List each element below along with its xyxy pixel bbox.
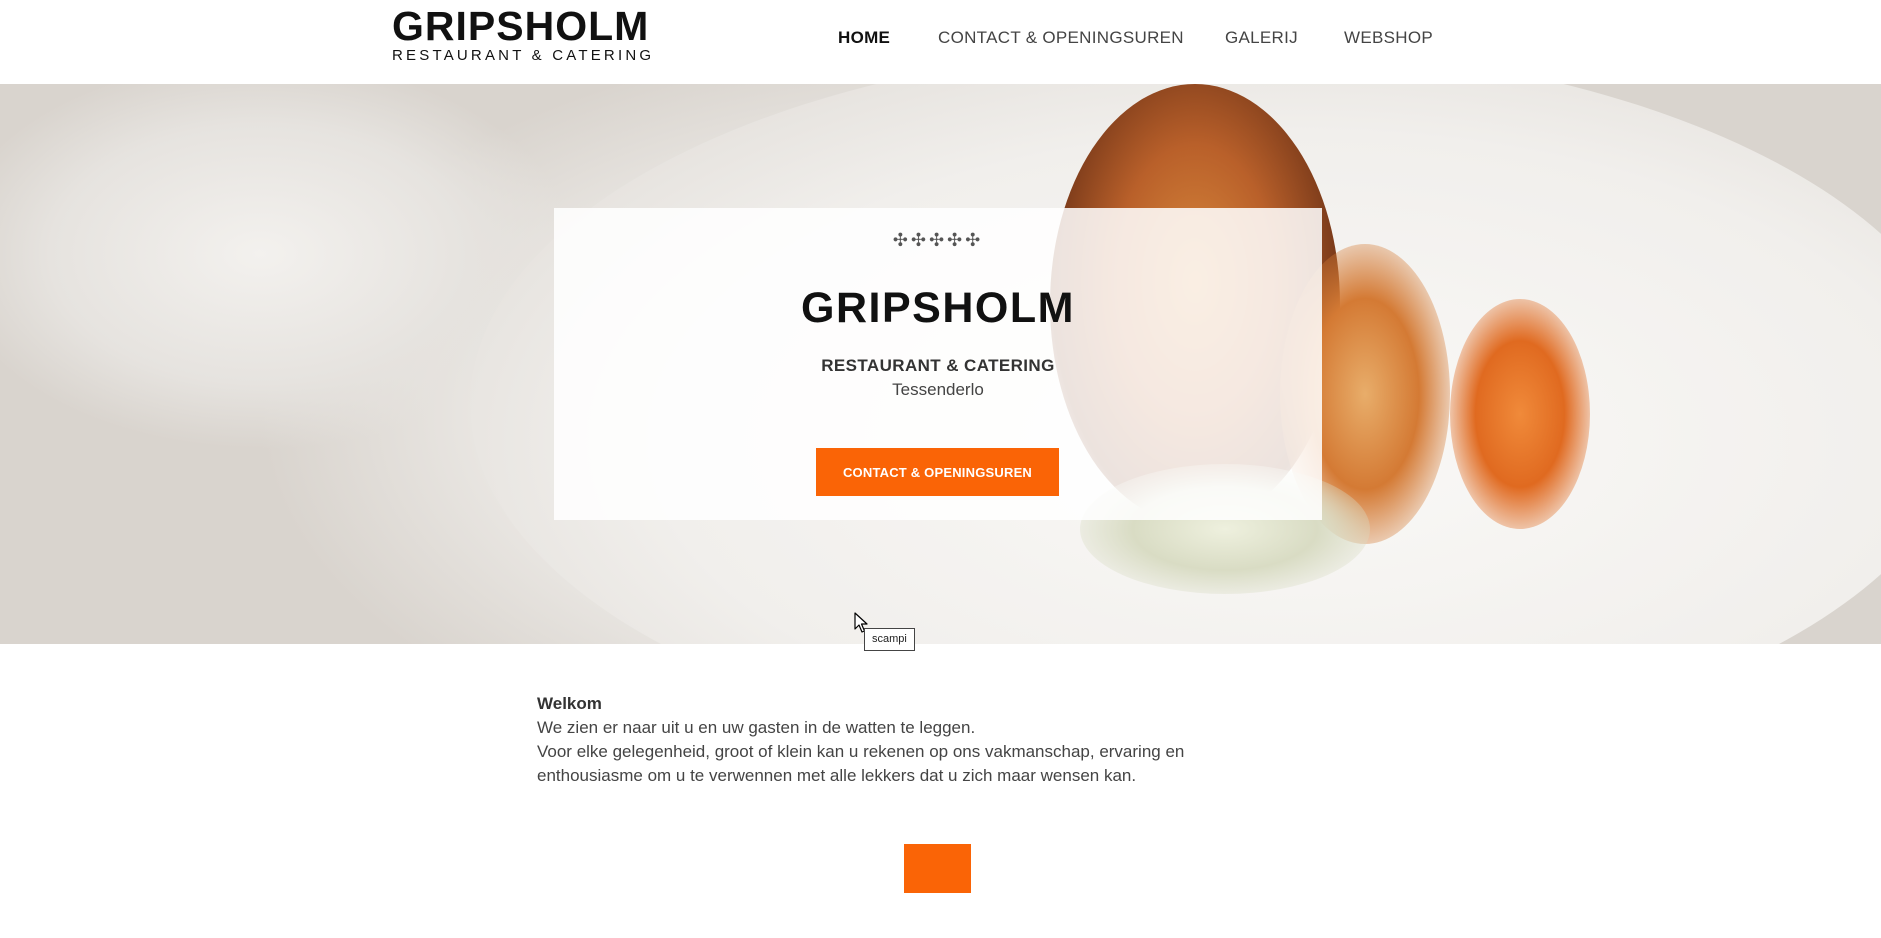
- hero-subtitle: RESTAURANT & CATERING: [821, 356, 1055, 375]
- hero-card: ✣✣✣✣✣ GRIPSHOLM RESTAURANT & CATERING Te…: [554, 208, 1322, 520]
- welcome-line-1: We zien er naar uit u en uw gasten in de…: [537, 718, 976, 737]
- nav-item-contact[interactable]: CONTACT & OPENINGSUREN: [938, 28, 1184, 48]
- hero-location: Tessenderlo: [892, 380, 984, 399]
- welcome-heading: Welkom: [537, 694, 602, 713]
- nav-item-home[interactable]: HOME: [838, 28, 890, 48]
- welcome-section: Welkom We zien er naar uit u en uw gaste…: [537, 692, 1257, 788]
- hero-image-shrimp-3: [1450, 299, 1590, 529]
- hero-title: GRIPSHOLM: [801, 284, 1075, 332]
- welcome-line-2: Voor elke gelegenheid, groot of klein ka…: [537, 742, 1185, 785]
- nav-item-webshop[interactable]: WEBSHOP: [1344, 28, 1433, 48]
- orange-button[interactable]: [904, 844, 971, 893]
- ornament-icon: ✣✣✣✣✣: [892, 230, 984, 250]
- hero-banner: ✣✣✣✣✣ GRIPSHOLM RESTAURANT & CATERING Te…: [0, 84, 1881, 644]
- image-tooltip: scampi: [864, 628, 915, 651]
- contact-openingsuren-button[interactable]: CONTACT & OPENINGSUREN: [816, 448, 1059, 496]
- site-header: GRIPSHOLM RESTAURANT & CATERING HOME CON…: [0, 0, 1881, 84]
- main-nav: HOME CONTACT & OPENINGSUREN GALERIJ WEBS…: [0, 28, 1881, 52]
- nav-item-galerij[interactable]: GALERIJ: [1225, 28, 1298, 48]
